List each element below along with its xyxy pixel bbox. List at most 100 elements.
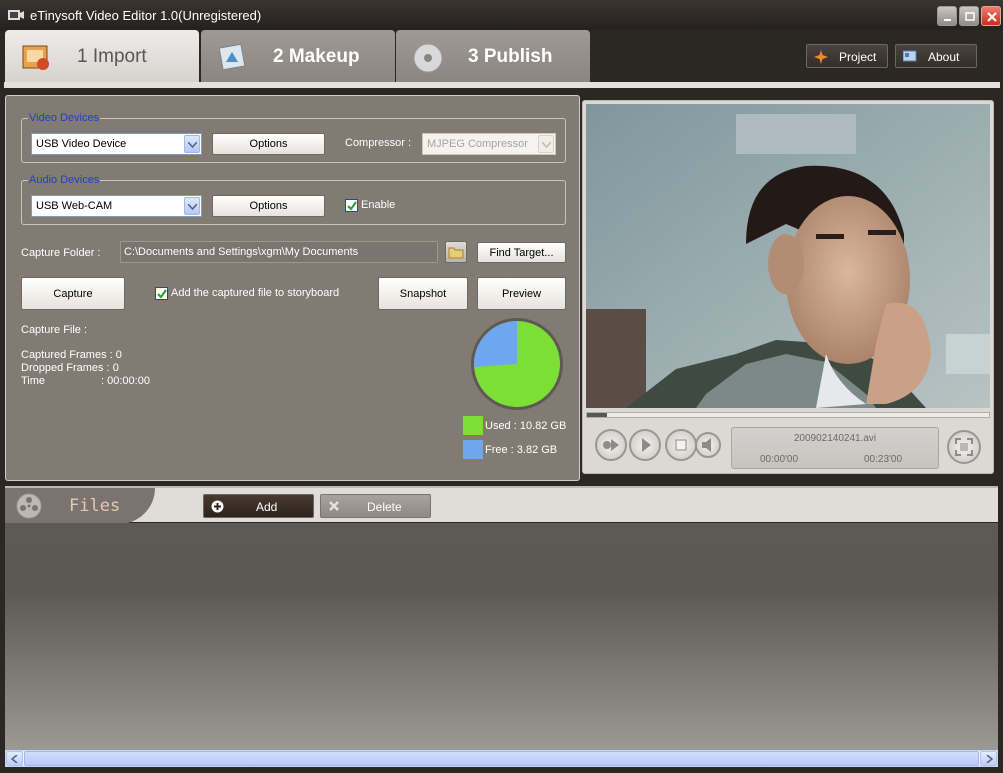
chevron-left-icon [11, 755, 18, 763]
used-legend-swatch [463, 416, 483, 435]
time-label: Time [21, 375, 46, 387]
find-target-label: Find Target... [489, 246, 554, 259]
files-tab: Files [5, 488, 155, 524]
record-play-icon [603, 439, 619, 451]
video-devices-label: Video Devices [28, 112, 101, 124]
horizontal-scrollbar[interactable] [5, 750, 998, 767]
time-value: : 00:00:00 [101, 375, 150, 387]
browse-folder-button[interactable] [445, 241, 467, 263]
check-icon [157, 289, 167, 299]
tab-publish[interactable]: 3 Publish [396, 30, 590, 82]
window-title: eTinysoft Video Editor 1.0(Unregistered) [30, 8, 262, 23]
add-to-storyboard-label: Add the captured file to storyboard [171, 287, 340, 299]
enable-audio-checkbox[interactable] [345, 199, 358, 212]
minimize-button[interactable] [937, 6, 957, 26]
video-options-label: Options [249, 138, 288, 150]
stop-icon [675, 439, 687, 451]
close-icon [987, 12, 997, 22]
scroll-right-button[interactable] [980, 751, 997, 766]
play-button[interactable] [629, 429, 661, 461]
scroll-left-button[interactable] [6, 751, 23, 766]
player-filename: 200902140241.avi [793, 433, 877, 444]
chevron-right-icon [986, 755, 993, 763]
free-legend-swatch [463, 440, 483, 459]
video-frame [586, 104, 990, 408]
used-legend-label: Used : 10.82 GB [485, 420, 567, 432]
preview-label: Preview [501, 287, 542, 300]
add-file-button[interactable]: Add [203, 494, 314, 518]
video-device-value: USB Video Device [36, 138, 127, 150]
capture-folder-label: Capture Folder : [21, 247, 101, 259]
maximize-button[interactable] [959, 6, 979, 26]
delete-file-label: Delete [367, 500, 402, 514]
audio-device-select[interactable]: USB Web-CAM [31, 195, 202, 217]
tab-import-label: 1 Import [77, 46, 147, 67]
app-icon [8, 10, 24, 20]
preview-button[interactable]: Preview [477, 277, 566, 310]
volume-button[interactable] [695, 432, 721, 458]
seek-bar[interactable] [586, 412, 990, 418]
minimize-icon [944, 19, 951, 21]
maximize-icon [965, 12, 975, 21]
capture-folder-field[interactable]: C:\Documents and Settings\xgm\My Documen… [120, 241, 438, 263]
compressor-value: MJPEG Compressor [427, 138, 528, 150]
webcam-image [586, 104, 990, 408]
compressor-select[interactable]: MJPEG Compressor [422, 133, 556, 155]
tab-import[interactable]: 1 Import [5, 30, 199, 82]
tab-makeup[interactable]: 2 Makeup [201, 30, 395, 82]
capture-file-label: Capture File : [21, 324, 88, 336]
stop-button[interactable] [665, 429, 697, 461]
project-button[interactable]: Project [806, 44, 888, 68]
folder-icon [448, 247, 464, 259]
audio-options-label: Options [249, 200, 288, 212]
video-devices-group: Video Devices USB Video Device Options C… [21, 112, 566, 163]
enable-audio-label: Enable [361, 199, 396, 211]
delete-file-button[interactable]: Delete [320, 494, 431, 518]
disc-icon [413, 43, 443, 73]
close-button[interactable] [981, 6, 1001, 26]
snapshot-button[interactable]: Snapshot [378, 277, 468, 310]
about-button[interactable]: About [895, 44, 977, 68]
scroll-thumb[interactable] [24, 751, 979, 766]
audio-devices-label: Audio Devices [28, 174, 101, 186]
tab-makeup-label: 2 Makeup [273, 46, 360, 67]
pie-free-slice [474, 321, 517, 367]
chevron-down-icon [184, 135, 200, 153]
audio-device-value: USB Web-CAM [36, 200, 113, 212]
add-to-storyboard-checkbox[interactable] [155, 287, 168, 300]
about-label: About [928, 50, 960, 64]
fullscreen-icon [955, 438, 973, 456]
project-icon [814, 50, 828, 64]
record-play-button[interactable] [595, 429, 627, 461]
fullscreen-button[interactable] [947, 430, 981, 464]
add-file-label: Add [256, 500, 278, 514]
chevron-down-icon [184, 197, 200, 215]
audio-options-button[interactable]: Options [212, 195, 325, 217]
speaker-icon [702, 438, 711, 452]
files-title: Files [69, 496, 121, 516]
player-current-time: 00:00'00 [760, 454, 799, 465]
free-legend-label: Free : 3.82 GB [485, 444, 558, 456]
snapshot-label: Snapshot [399, 287, 447, 300]
video-device-select[interactable]: USB Video Device [31, 133, 202, 155]
add-icon [211, 500, 224, 513]
captured-frames: Captured Frames : 0 [21, 349, 122, 361]
tab-publish-label: 3 Publish [468, 46, 553, 67]
capture-button[interactable]: Capture [21, 277, 125, 310]
about-icon [903, 50, 917, 62]
import-icon [22, 45, 49, 70]
video-options-button[interactable]: Options [212, 133, 325, 155]
chevron-down-icon [538, 135, 554, 153]
find-target-button[interactable]: Find Target... [477, 242, 566, 263]
preview-player: 200902140241.avi 00:00'00 00:23'00 [582, 100, 994, 474]
tab-underline [4, 82, 1000, 88]
makeup-icon [218, 43, 246, 71]
files-list[interactable] [5, 523, 998, 750]
title-bar: eTinysoft Video Editor 1.0(Unregistered) [0, 0, 1003, 30]
delete-icon [329, 501, 339, 511]
player-total-time: 00:23'00 [864, 454, 903, 465]
play-icon [642, 438, 651, 452]
compressor-label: Compressor : [345, 137, 412, 149]
capture-folder-path: C:\Documents and Settings\xgm\My Documen… [124, 246, 359, 258]
dropped-frames: Dropped Frames : 0 [21, 362, 119, 374]
